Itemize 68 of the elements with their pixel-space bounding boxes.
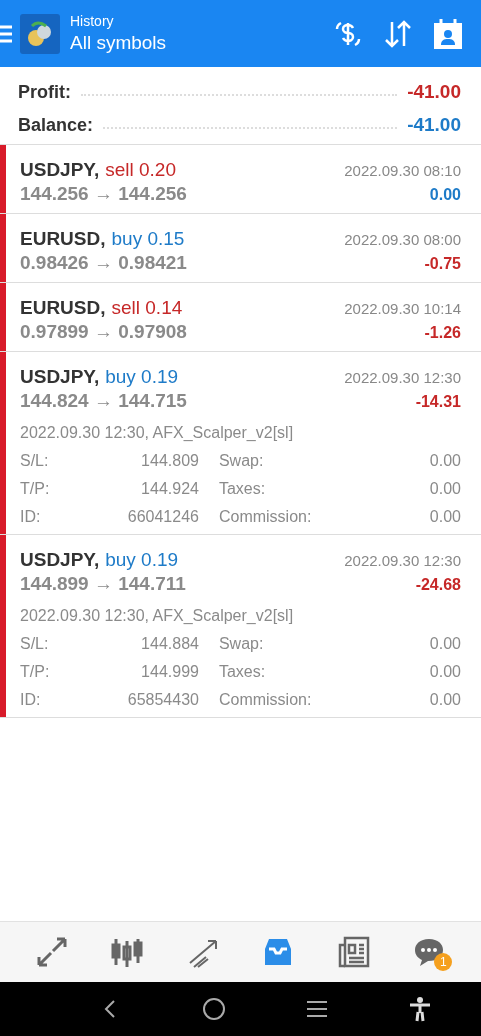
trade-comment: 2022.09.30 12:30, AFX_Scalper_v2[sl]: [20, 607, 295, 625]
detail-label: T/P:: [20, 480, 50, 498]
detail-value: 0.00: [428, 663, 461, 681]
trade-row[interactable]: EURUSD, buy 0.15 2022.09.30 08:00 0.98426 → 0.98421 -0.75: [0, 214, 481, 283]
app-logo-icon: [20, 13, 60, 54]
newspaper-icon: [336, 935, 371, 969]
header-subtitle: History: [70, 13, 115, 29]
detail-label: S/L:: [20, 452, 50, 470]
calendar-person-icon[interactable]: [431, 16, 465, 51]
trade-volume: buy 0.15: [111, 228, 185, 250]
trade-volume: buy 0.19: [105, 549, 179, 571]
detail-label: Commission:: [218, 691, 312, 709]
detail-value: 144.809: [140, 452, 199, 470]
detail-value: 0.00: [428, 480, 461, 498]
trade-row[interactable]: USDJPY, buy 0.19 2022.09.30 12:30 144.899 → 144.711 -24.68 2022.09.30 12:30, AFX_Scalper_v2[sl] S/L: 144.884 Swap: 0.00 T/P: 144.999 Taxes: 0.00 ID: 65854430 Commission: 0.00: [0, 535, 481, 718]
trade-comment: 2022.09.30 12:30, AFX_Scalper_v2[sl]: [20, 424, 295, 442]
trade-time: 2022.09.30 10:14: [344, 300, 461, 317]
trade-time: 2022.09.30 12:30: [344, 552, 461, 569]
header-title: All symbols: [70, 32, 168, 54]
menu-icon[interactable]: [0, 23, 14, 44]
trade-profit: -1.26: [424, 324, 461, 342]
trade-row[interactable]: USDJPY, sell 0.20 2022.09.30 08:10 144.256 → 144.256 0.00: [0, 145, 481, 214]
trade-prices: 0.97899 → 0.97908: [20, 321, 187, 343]
trade-time: 2022.09.30 12:30: [344, 369, 461, 386]
trade-prices: 144.824 → 144.715: [20, 390, 187, 412]
detail-label: Swap:: [218, 452, 265, 470]
home-icon[interactable]: [201, 996, 228, 1022]
detail-value: 144.924: [140, 480, 199, 498]
detail-label: Taxes:: [218, 480, 267, 498]
trade-symbol: USDJPY,: [20, 366, 100, 388]
detail-value: 66041246: [126, 508, 199, 526]
trade-volume: buy 0.19: [105, 366, 179, 388]
detail-label: ID:: [20, 508, 42, 526]
trade-volume: sell 0.20: [105, 159, 176, 181]
detail-value: 144.884: [140, 635, 199, 653]
trade-profit: -0.75: [424, 255, 461, 273]
trade-time: 2022.09.30 08:10: [344, 162, 461, 179]
detail-value: 0.00: [428, 452, 461, 470]
detail-label: Swap:: [218, 635, 265, 653]
detail-value: 0.00: [428, 508, 461, 526]
trade-time: 2022.09.30 08:00: [344, 231, 461, 248]
trade-volume: sell 0.14: [111, 297, 183, 319]
trade-prices: 144.899 → 144.711: [20, 573, 186, 595]
notification-badge: 1: [434, 953, 453, 971]
summary-label: Profit:: [18, 81, 71, 103]
summary-value: -41.00: [407, 114, 461, 136]
trade-profit: 0.00: [429, 186, 461, 204]
summary-label: Balance:: [18, 114, 94, 136]
detail-value: 0.00: [428, 635, 461, 653]
summary-value: -41.00: [407, 81, 461, 103]
detail-value: 144.999: [140, 663, 199, 681]
trade-profit: -14.31: [415, 393, 461, 411]
trade-row[interactable]: EURUSD, sell 0.14 2022.09.30 10:14 0.97899 → 0.97908 -1.26: [0, 283, 481, 352]
detail-label: Taxes:: [218, 663, 267, 681]
trade-symbol: EURUSD,: [20, 228, 106, 250]
trade-symbol: EURUSD,: [20, 297, 106, 319]
detail-value: 0.00: [428, 691, 461, 709]
detail-label: ID:: [20, 691, 42, 709]
trade-symbol: USDJPY,: [20, 549, 100, 571]
detail-label: T/P:: [20, 663, 50, 681]
trade-profit: -24.68: [415, 576, 461, 594]
detail-value: 65854430: [126, 691, 199, 709]
detail-label: Commission:: [218, 508, 312, 526]
detail-label: S/L:: [20, 635, 50, 653]
trade-prices: 144.256 → 144.256: [20, 183, 187, 205]
trade-prices: 0.98426 → 0.98421: [20, 252, 187, 274]
trade-symbol: USDJPY,: [20, 159, 100, 181]
trade-row[interactable]: USDJPY, buy 0.19 2022.09.30 12:30 144.824 → 144.715 -14.31 2022.09.30 12:30, AFX_Scalper_v2[sl] S/L: 144.809 Swap: 0.00 T/P: 144.924 Taxes: 0.00 ID: 66041246 Commission: 0.00: [0, 352, 481, 535]
